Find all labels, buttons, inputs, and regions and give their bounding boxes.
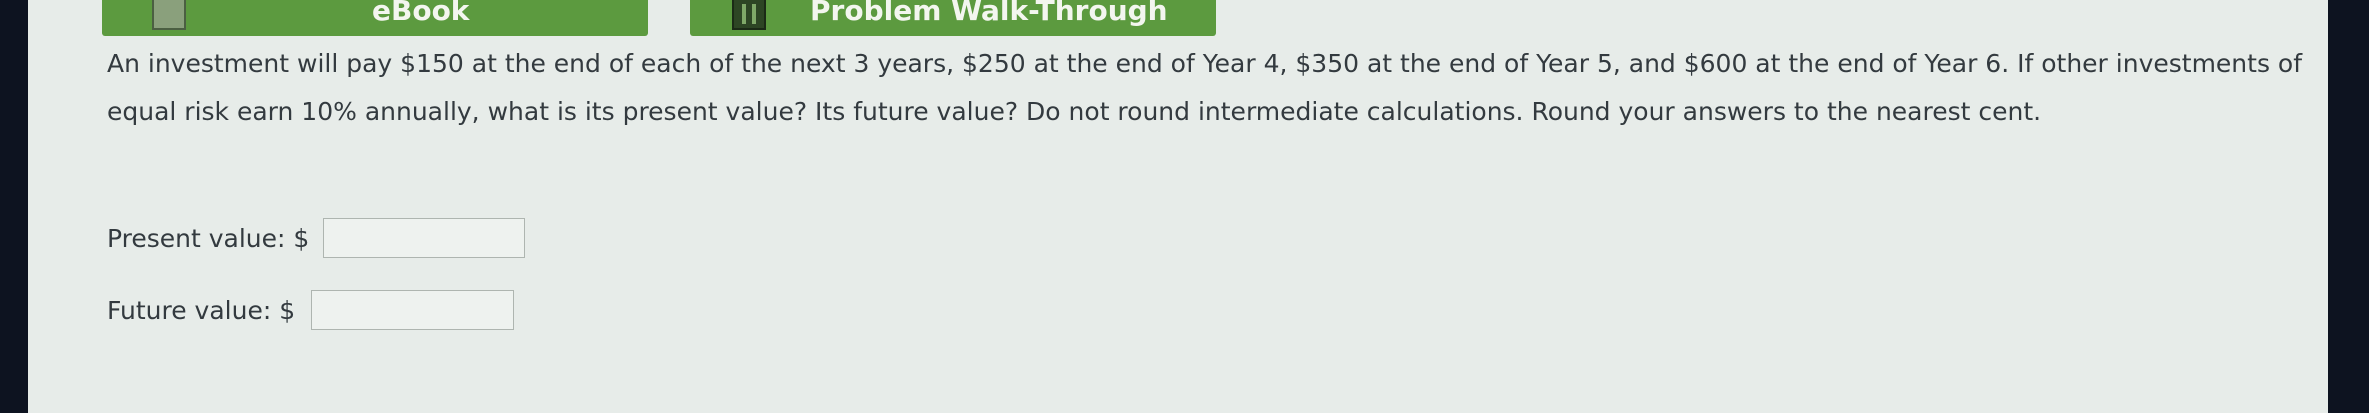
future-value-row: Future value: $ — [107, 290, 515, 330]
present-value-label: Present value: $ — [107, 223, 310, 253]
problem-walkthrough-label: Problem Walk-Through — [810, 0, 1168, 27]
ebook-button-label: eBook — [372, 0, 470, 27]
future-value-label: Future value: $ — [107, 295, 296, 325]
present-value-input[interactable] — [323, 218, 526, 258]
future-value-input[interactable] — [311, 290, 515, 330]
film-icon — [732, 0, 766, 30]
ebook-button[interactable]: eBook — [102, 0, 648, 36]
content-panel: eBook Problem Walk-Through An investment… — [28, 0, 2328, 413]
book-icon — [152, 0, 186, 30]
question-text: An investment will pay $150 at the end o… — [107, 49, 2303, 126]
present-value-row: Present value: $ — [107, 218, 526, 258]
problem-walkthrough-button[interactable]: Problem Walk-Through — [690, 0, 1216, 36]
